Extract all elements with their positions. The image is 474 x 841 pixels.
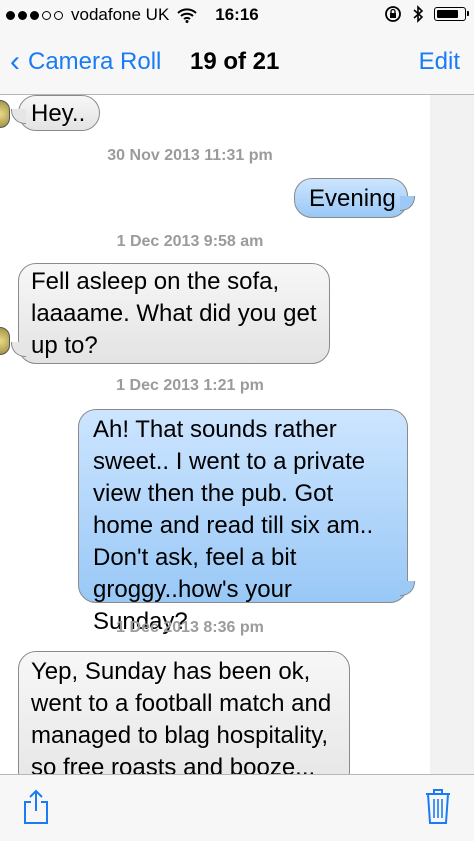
message-timestamp: 1 Dec 2013 1:21 pm	[116, 377, 264, 394]
page-title: 19 of 21	[190, 48, 280, 75]
status-bar: vodafone UK 16:16	[0, 0, 474, 30]
share-icon[interactable]	[22, 789, 50, 825]
status-right	[384, 5, 469, 23]
message-timestamp: 1 Dec 2013 8:36 pm	[116, 619, 264, 636]
message-bubble-out: Evening	[294, 178, 415, 218]
avatar	[0, 327, 10, 355]
message-timestamp: 30 Nov 2013 11:31 pm	[107, 147, 273, 164]
message-bubble-in: Yep, Sunday has been ok, went to a footb…	[18, 651, 350, 775]
message-bubble-out: Ah! That sounds rather sweet.. I went to…	[78, 409, 415, 635]
trash-icon[interactable]	[424, 787, 452, 825]
battery-icon	[434, 7, 469, 21]
message-bubble-in: Hey..	[11, 95, 100, 131]
back-button[interactable]: ‹ Camera Roll	[10, 45, 162, 78]
nav-bar: ‹ Camera Roll 19 of 21 Edit	[0, 30, 474, 95]
avatar	[0, 100, 10, 128]
photo-content: Hey.. 30 Nov 2013 11:31 pm Evening 1 Dec…	[0, 95, 430, 775]
chevron-left-icon: ‹	[10, 45, 20, 78]
message-bubble-in: Fell asleep on the sofa, laaaame. What d…	[11, 263, 330, 364]
bottom-toolbar	[0, 774, 474, 841]
edit-button[interactable]: Edit	[419, 48, 460, 76]
photo-margin	[430, 95, 474, 775]
message-timestamp: 1 Dec 2013 9:58 am	[116, 233, 264, 250]
back-label: Camera Roll	[28, 48, 162, 75]
rotation-lock-icon	[385, 6, 401, 22]
bluetooth-icon	[413, 5, 424, 23]
